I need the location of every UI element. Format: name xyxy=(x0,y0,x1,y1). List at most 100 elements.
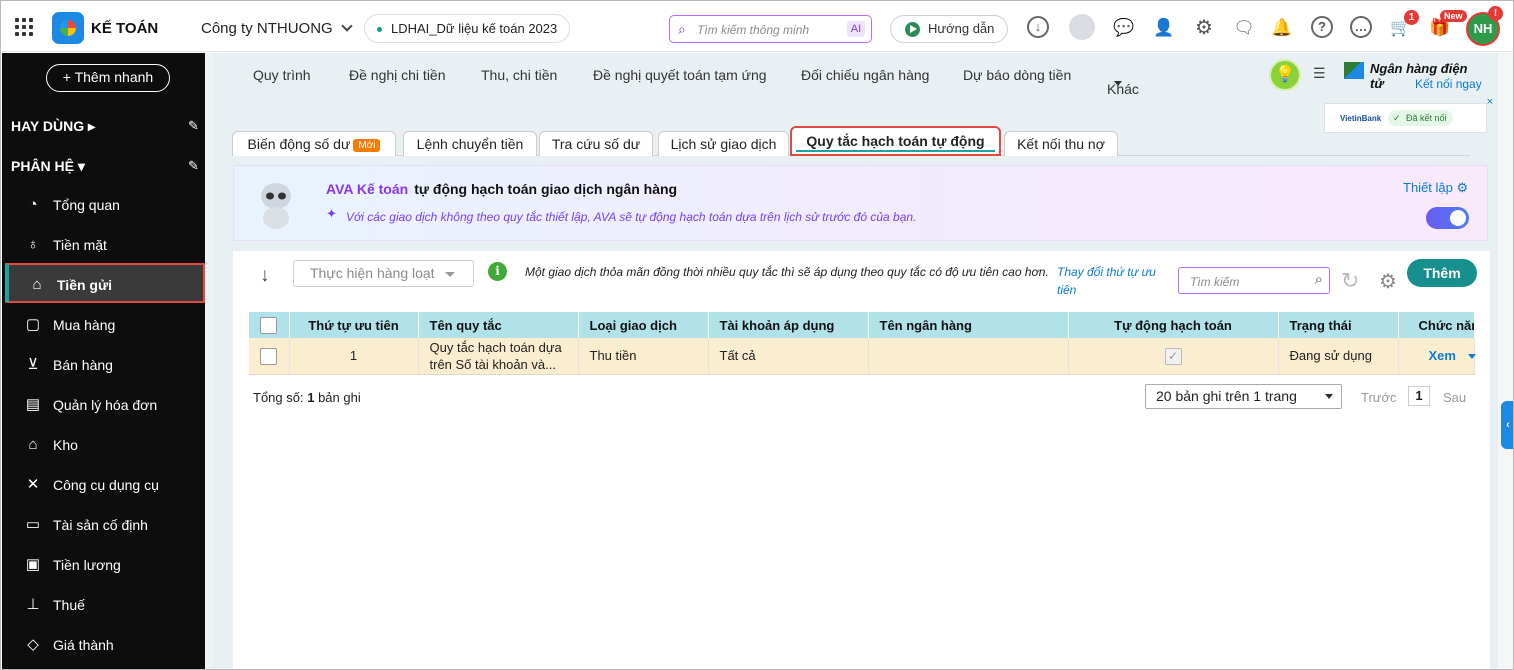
total-records: Tổng số: 1 bản ghi xyxy=(253,390,361,405)
caret-down-icon xyxy=(1114,81,1122,86)
guide-button[interactable]: Hướng dẫn xyxy=(890,15,1008,43)
sidebar-item[interactable]: ✕ Công cụ dụng cụ xyxy=(5,465,205,505)
ava-avatar-icon[interactable] xyxy=(1069,14,1095,40)
page-size-select[interactable]: 20 bản ghi trên 1 trang xyxy=(1145,384,1342,409)
col-rule-name[interactable]: Tên quy tắc xyxy=(418,312,579,338)
col-auto-posting[interactable]: Tự động hạch toán xyxy=(1068,312,1279,338)
sidebar-item[interactable]: ⊥ Thuế xyxy=(5,585,205,625)
right-scrollbar[interactable] xyxy=(1498,53,1513,669)
col-priority[interactable]: Thứ tự ưu tiên xyxy=(289,312,419,338)
download-icon[interactable]: ↓ xyxy=(1027,16,1049,38)
sidebar-item-label: Quản lý hóa đơn xyxy=(53,397,158,413)
sidebar-item[interactable]: ▣ Tiền lương xyxy=(5,545,205,585)
avatar-badge: ! xyxy=(1488,6,1503,21)
nav-quy-trinh[interactable]: Quy trình xyxy=(253,67,311,83)
change-priority-link[interactable]: Thay đổi thứ tự ưu tiên xyxy=(1057,263,1172,299)
vietinbank-card[interactable]: VietinBank Đã kết nối × xyxy=(1324,96,1493,133)
collapse-panel-tab[interactable]: ‹ xyxy=(1501,401,1513,449)
sidebar-item[interactable]: ⌂ Tiền gửi xyxy=(5,263,205,303)
table-row[interactable]: 1 Quy tắc hạch toán dựa trên Số tài khoả… xyxy=(249,338,1476,375)
tab-lich-su-giao-dich[interactable]: Lịch sử giao dịch xyxy=(658,131,789,156)
nav-doi-chieu-ngan-hang[interactable]: Đối chiếu ngân hàng xyxy=(801,67,929,83)
nav-du-bao-dong-tien[interactable]: Dự báo dòng tiền xyxy=(963,67,1071,83)
bulk-action-select[interactable]: Thực hiện hàng loạt xyxy=(293,260,474,287)
filter-settings-icon[interactable]: ☰ xyxy=(1313,65,1333,83)
sidebar-item[interactable]: ◔ Tổng quan xyxy=(5,185,205,225)
rules-table: Thứ tự ưu tiên Tên quy tắc Loại giao dịc… xyxy=(249,312,1476,375)
row-checkbox[interactable] xyxy=(260,347,278,365)
e-banking-connect-link[interactable]: Kết nối ngay xyxy=(1415,77,1482,91)
tab-lenh-chuyen-tien[interactable]: Lệnh chuyển tiền xyxy=(403,131,537,156)
edit-favorites-icon[interactable]: ✎ xyxy=(188,118,202,133)
salary-icon: ▣ xyxy=(25,556,41,573)
current-page[interactable]: 1 xyxy=(1408,386,1430,406)
add-user-icon[interactable]: 👤 xyxy=(1152,16,1176,40)
sidebar-item[interactable]: ▭ Tài sản cố định xyxy=(5,505,205,545)
col-status[interactable]: Trạng thái xyxy=(1278,312,1399,338)
dataset-chip[interactable]: LDHAI_Dữ liệu kế toán 2023 xyxy=(364,14,571,43)
guide-label: Hướng dẫn xyxy=(928,21,995,36)
bell-icon[interactable]: 🔔 xyxy=(1270,16,1294,40)
messenger-icon[interactable]: 💬 xyxy=(1112,16,1136,40)
smart-search-input[interactable]: ⌕ Tìm kiếm thông minh AI xyxy=(669,15,872,43)
help-icon[interactable]: ? xyxy=(1311,16,1333,38)
sidebar-item[interactable]: ⊻ Bán hàng xyxy=(5,345,205,385)
caret-right-icon: ▸ xyxy=(88,118,96,134)
close-icon[interactable]: × xyxy=(1487,96,1493,108)
chevron-down-icon xyxy=(445,272,455,277)
play-icon xyxy=(905,22,920,37)
next-page-button[interactable]: Sau xyxy=(1443,390,1466,405)
ai-badge: AI xyxy=(847,21,865,37)
sidebar-item-label: Tiền lương xyxy=(53,557,121,573)
col-account[interactable]: Tài khoản áp dụng xyxy=(708,312,869,338)
sidebar-scrollbar[interactable] xyxy=(205,53,213,669)
ava-subtitle: Với các giao dịch không theo quy tắc thi… xyxy=(346,210,917,224)
tab-bien-dong-so-du[interactable]: Biến động số dư Mới xyxy=(232,131,396,156)
sidebar-item-label: Tiền gửi xyxy=(57,277,112,293)
refresh-icon[interactable]: ↻ xyxy=(1341,268,1359,294)
tab-tra-cuu-so-du[interactable]: Tra cứu số dư xyxy=(539,131,653,156)
chat-icon[interactable]: 🗨 xyxy=(1232,16,1256,40)
bank-name: VietinBank xyxy=(1340,114,1382,123)
sidebar-item[interactable]: ⌂ Kho xyxy=(5,425,205,465)
gear-icon[interactable]: ⚙ xyxy=(1192,16,1216,40)
e-banking-widget[interactable]: Ngân hàng điện tử Kết nối ngay xyxy=(1344,59,1484,91)
col-transaction-type[interactable]: Loại giao dịch xyxy=(578,312,709,338)
tab-ket-noi-thu-no[interactable]: Kết nối thu nợ xyxy=(1004,131,1118,156)
prev-page-button[interactable]: Trước xyxy=(1361,390,1397,405)
col-bank-name[interactable]: Tên ngân hàng xyxy=(868,312,1069,338)
total-suffix: bản ghi xyxy=(318,390,361,405)
settings-gear-icon[interactable]: ⚙ xyxy=(1379,269,1397,294)
tab-label: Biến động số dư xyxy=(247,136,351,152)
gear-icon: ⚙ xyxy=(1456,180,1469,195)
sidebar-item[interactable]: ♁ Tiền mặt xyxy=(5,225,205,265)
modules-section[interactable]: PHÂN HỆ ▾ xyxy=(11,158,85,175)
add-button[interactable]: Thêm xyxy=(1407,259,1477,287)
quick-add-button[interactable]: + Thêm nhanh xyxy=(46,64,170,92)
company-selector[interactable]: Công ty NTHUONG xyxy=(201,20,353,37)
search-input[interactable]: Tìm kiếm ⌕ xyxy=(1178,267,1330,294)
tax-icon: ⊥ xyxy=(26,596,40,613)
ava-robot-icon xyxy=(261,183,291,229)
more-icon[interactable]: … xyxy=(1350,16,1372,38)
smart-search-placeholder: Tìm kiếm thông minh xyxy=(697,23,810,37)
apps-grid-icon[interactable] xyxy=(15,18,33,36)
view-action[interactable]: Xem xyxy=(1429,348,1476,363)
select-all-checkbox[interactable] xyxy=(260,316,278,334)
edit-modules-icon[interactable]: ✎ xyxy=(188,158,202,173)
favorites-section[interactable]: HAY DÙNG ▸ xyxy=(11,118,95,135)
cell-status: Đang sử dụng xyxy=(1278,338,1399,375)
tab-quy-tac-hach-toan[interactable]: Quy tắc hạch toán tự động xyxy=(790,126,1001,156)
sidebar-item[interactable]: ◇ Giá thành xyxy=(5,625,205,665)
nav-de-nghi-chi-tien[interactable]: Đề nghị chi tiền xyxy=(349,67,446,83)
setup-link[interactable]: Thiết lập ⚙ xyxy=(1403,180,1468,196)
sidebar-item[interactable]: ▤ Quản lý hóa đơn xyxy=(5,385,205,425)
ava-toggle[interactable] xyxy=(1426,207,1469,229)
lightbulb-icon[interactable]: 💡 xyxy=(1269,59,1301,91)
caret-down-icon[interactable] xyxy=(1467,354,1476,360)
sort-icon[interactable]: ↓ xyxy=(260,265,270,287)
nav-thu-chi-tien[interactable]: Thu, chi tiền xyxy=(481,67,557,83)
sidebar-item[interactable]: ▢ Mua hàng xyxy=(5,305,205,345)
nav-de-nghi-quyet-toan[interactable]: Đề nghị quyết toán tạm ứng xyxy=(593,67,767,83)
view-label: Xem xyxy=(1428,348,1456,364)
